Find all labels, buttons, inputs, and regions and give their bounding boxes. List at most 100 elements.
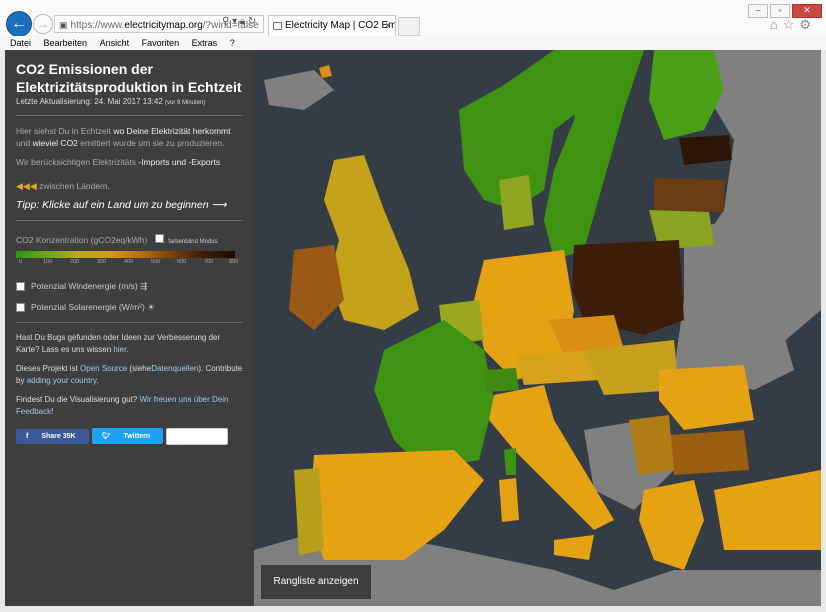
facebook-icon: f <box>26 433 29 440</box>
menu-bearbeiten[interactable]: Bearbeiten <box>44 38 88 48</box>
scale-tick: 200 <box>70 259 80 265</box>
twitter-label: Twittern <box>123 433 151 440</box>
solar-toggle[interactable]: Potenzial Solarenergie (W/m²) ☀ <box>16 302 243 313</box>
browser-chrome: ← → ▣ https://www.electricitymap.org/?win… <box>0 0 826 51</box>
browser-tab[interactable]: Electricity Map | CO2 Emissi... × <box>268 15 396 36</box>
menu-bar: Datei Bearbeiten Ansicht Favoriten Extra… <box>0 36 826 50</box>
scale-tick: 500 <box>151 259 161 265</box>
corsica-region[interactable] <box>504 448 516 475</box>
wind-icon: ⇶ <box>140 281 148 291</box>
spain-region[interactable] <box>309 450 484 560</box>
intro-part-5: emittiert wurde um sie zu produzieren. <box>80 138 225 148</box>
url-domain: electricitymap.org <box>124 20 203 31</box>
open-source-text: Dieses Projekt ist Open Source (sieheDat… <box>16 364 243 385</box>
new-tab-button[interactable] <box>398 17 420 36</box>
twitter-button[interactable]: 🐦︎ Twittern <box>91 428 164 444</box>
toolbar-icons: ⌂☆⚙ <box>770 17 816 33</box>
minimize-button[interactable]: – <box>748 4 768 18</box>
add-country-link[interactable]: adding your country <box>27 376 97 385</box>
estonia-region[interactable] <box>679 135 732 165</box>
intro-part-2: wo Deine Elektrizität herkommt <box>113 126 231 136</box>
feedback-text-body: Findest Du die Visualisierung gut? <box>16 395 138 404</box>
tab-favicon-icon <box>273 22 282 30</box>
scale-tick: 300 <box>97 259 107 265</box>
refresh-icon[interactable]: ↻ <box>248 16 256 27</box>
favorites-star-icon[interactable]: ☆ <box>783 17 800 32</box>
bugs-link[interactable]: hier <box>113 345 126 354</box>
data-sources-link[interactable]: Datenquellen <box>151 364 198 373</box>
close-window-button[interactable]: ✕ <box>792 4 822 18</box>
slack-button[interactable]: # Slack <box>166 428 229 445</box>
latvia-region[interactable] <box>654 178 724 212</box>
bulgaria-region[interactable] <box>669 430 749 475</box>
menu-help[interactable]: ? <box>230 38 235 48</box>
last-updated-ago: (vor 9 Minuten) <box>165 100 206 106</box>
colorblind-checkbox[interactable] <box>154 234 164 244</box>
forward-button[interactable]: → <box>33 14 53 34</box>
turkey-region[interactable] <box>714 470 821 550</box>
europe-map-svg[interactable] <box>254 50 821 606</box>
denmark-region[interactable] <box>499 175 534 230</box>
back-button[interactable]: ← <box>6 11 32 37</box>
last-updated-text: Letzte Aktualisierung: 24. Mai 2017 13:4… <box>16 97 163 106</box>
address-icons: ⚲ ▾ 🔒︎ ↻ <box>222 16 257 27</box>
menu-datei[interactable]: Datei <box>10 38 31 48</box>
menu-ansicht[interactable]: Ansicht <box>100 38 130 48</box>
imports-part-2: -Imports und -Exports <box>138 157 221 167</box>
wind-label: Potenzial Windenergie (m/s) <box>31 281 138 291</box>
finland-region[interactable] <box>649 50 724 140</box>
tip-text: Tipp: Klicke auf ein Land um zu beginnen… <box>16 199 227 211</box>
page-title: CO2 Emissionen der Elektrizitätsprodukti… <box>16 61 242 95</box>
switzerland-region[interactable] <box>484 368 519 392</box>
france-region[interactable] <box>374 320 494 470</box>
divider <box>16 220 243 221</box>
twitter-icon: 🐦︎ <box>101 433 111 440</box>
intro-text: Hier siehst Du in Echtzeit wo Deine Elek… <box>16 125 243 149</box>
divider <box>16 115 243 116</box>
wind-toggle[interactable]: Potenzial Windenergie (m/s) ⇶ <box>16 281 243 292</box>
facebook-share-label: Share 35K <box>41 433 76 440</box>
sicily-region[interactable] <box>554 535 594 560</box>
imports-part-3: zwischen Ländern. <box>39 181 111 191</box>
open-source-link[interactable]: Open Source <box>80 364 127 373</box>
os-text-1: Dieses Projekt ist <box>16 364 78 373</box>
divider <box>16 322 243 323</box>
maximize-button[interactable]: ▫ <box>770 4 790 18</box>
settings-gear-icon[interactable]: ⚙ <box>799 17 816 32</box>
scale-tick: 100 <box>43 259 53 265</box>
slack-icon: # <box>177 433 182 440</box>
greece-region[interactable] <box>639 480 704 570</box>
info-sidebar: CO2 Emissionen der Elektrizitätsprodukti… <box>5 50 254 606</box>
tab-close-icon[interactable]: × <box>385 16 391 36</box>
bugs-text: Hast Du Bugs gefunden oder Ideen zur Ver… <box>16 333 221 354</box>
imports-text: Wir berücksichtigen Elektrizitäts -Impor… <box>16 156 243 192</box>
sardinia-region[interactable] <box>499 478 519 522</box>
flow-arrows-icon: ◀◀◀ <box>16 181 37 191</box>
scale-tick: 0 <box>19 259 23 265</box>
tab-title: Electricity Map | CO2 Emissi... <box>285 20 396 31</box>
romania-region[interactable] <box>659 365 754 430</box>
menu-favoriten[interactable]: Favoriten <box>142 38 180 48</box>
scale-ticks: 0 100 200 300 400 500 600 700 800 <box>16 258 243 267</box>
faroe-region[interactable] <box>319 65 332 78</box>
ireland-region[interactable] <box>289 245 344 330</box>
imports-part-1: Wir berücksichtigen Elektrizitäts <box>16 157 136 167</box>
lock-icon: 🔒︎ <box>239 16 246 27</box>
window-frame-bottom <box>0 606 826 612</box>
facebook-share-button[interactable]: f Share 35K <box>16 429 89 444</box>
solar-checkbox[interactable] <box>16 303 25 313</box>
menu-extras[interactable]: Extras <box>192 38 218 48</box>
home-icon[interactable]: ⌂ <box>770 17 783 32</box>
emissions-map[interactable]: Rangliste anzeigen <box>254 50 821 606</box>
os-text-2: (siehe <box>129 364 152 373</box>
solar-label: Potenzial Solarenergie (W/m²) <box>31 302 145 312</box>
ranking-button[interactable]: Rangliste anzeigen <box>261 565 371 599</box>
wind-checkbox[interactable] <box>16 282 25 292</box>
legend: CO2 Konzentration (gCO2eq/kWh) farbenbli… <box>16 230 243 267</box>
intro-part-3: und <box>16 138 31 148</box>
portugal-region[interactable] <box>294 468 324 555</box>
title-bar: ← → ▣ https://www.electricitymap.org/?win… <box>0 0 826 37</box>
social-buttons: f Share 35K 🐦︎ Twittern # Slack <box>16 425 243 445</box>
url-prefix: https://www. <box>70 20 125 31</box>
scale-tick: 400 <box>124 259 134 265</box>
